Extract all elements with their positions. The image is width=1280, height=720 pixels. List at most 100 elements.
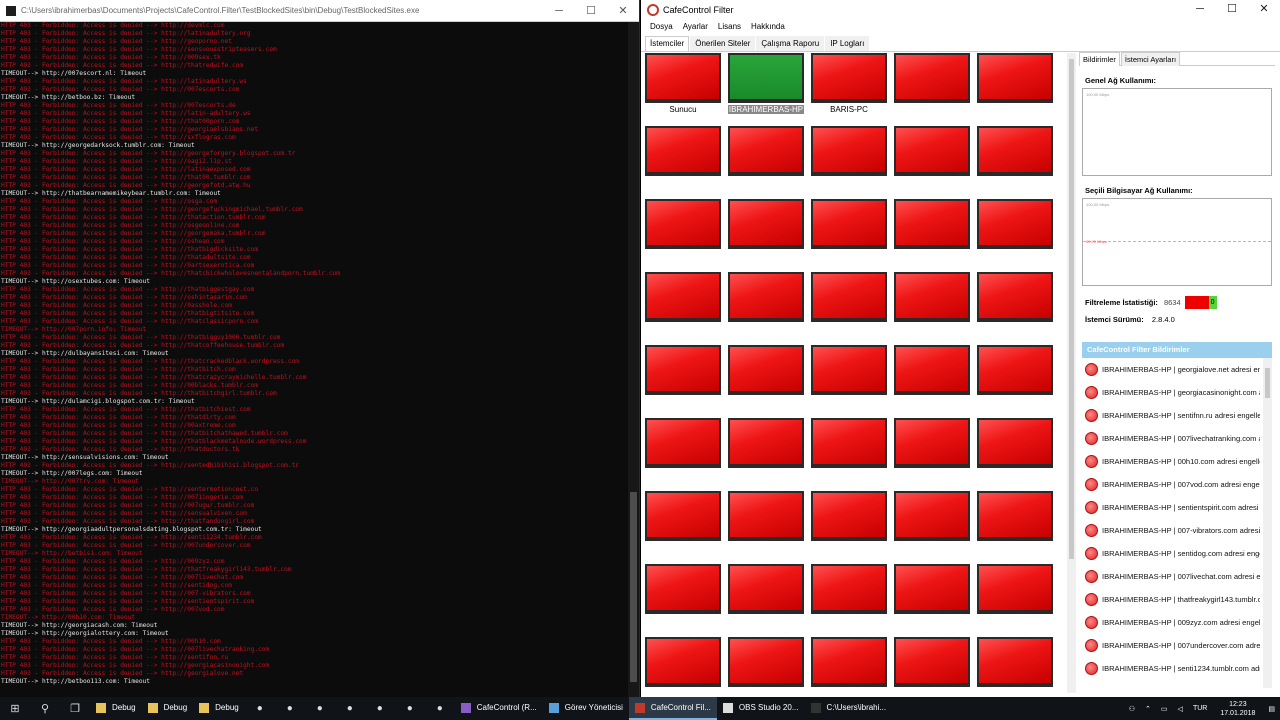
console-window[interactable]: C:\Users\ibrahimerbas\Documents\Projects…	[0, 0, 640, 697]
notification-center-icon[interactable]: ▤	[1268, 705, 1275, 713]
client-computer[interactable]	[811, 345, 887, 409]
client-computer[interactable]	[977, 418, 1053, 482]
menu-hakkinda[interactable]: Hakkında	[746, 20, 790, 34]
client-computer[interactable]: IBRAHIMERBAS-HP	[728, 53, 804, 117]
client-computer[interactable]	[728, 418, 804, 482]
task-view-icon[interactable]: ❐	[60, 697, 90, 720]
client-computer[interactable]	[811, 418, 887, 482]
chevron-up-icon[interactable]: ⌃	[1145, 705, 1151, 713]
network-icon[interactable]: ▭	[1161, 705, 1168, 713]
client-computer[interactable]	[728, 199, 804, 263]
notification-item[interactable]: IBRAHIMERBAS-HP | 009zyz.com adresi enge…	[1082, 611, 1260, 634]
console-title-bar[interactable]: C:\Users\ibrahimerbas\Documents\Projects…	[0, 0, 639, 22]
client-computer[interactable]	[977, 345, 1053, 409]
client-computer[interactable]	[728, 564, 804, 628]
scroll-thumb[interactable]	[630, 492, 637, 682]
notification-item[interactable]: IBRAHIMERBAS-HP | thatfreakygirl143.tumb…	[1082, 588, 1260, 611]
client-grid-scrollbar[interactable]	[1067, 53, 1076, 693]
client-computer[interactable]	[645, 345, 721, 409]
client-computer[interactable]	[811, 272, 887, 336]
client-computer[interactable]	[894, 564, 970, 628]
taskbar-item[interactable]: CafeControl Fil...	[628, 697, 717, 720]
taskbar-item[interactable]: Görev Yöneticisi	[543, 697, 629, 720]
client-computer[interactable]	[977, 126, 1053, 190]
close-button[interactable]: ✕	[607, 0, 639, 22]
client-computer[interactable]	[728, 491, 804, 555]
tab-istemciler[interactable]: İstemciler	[645, 36, 690, 51]
clock[interactable]: 12:23 17.01.2018	[1220, 700, 1255, 718]
tab-istemci-ayarlari[interactable]: İstemci Ayarları	[1120, 52, 1181, 66]
taskbar-item[interactable]: Debug	[90, 697, 142, 720]
client-computer[interactable]	[811, 491, 887, 555]
notification-item[interactable]: IBRAHIMERBAS-HP | sentifnn.ru adresi eng…	[1082, 404, 1260, 427]
client-computer[interactable]	[894, 199, 970, 263]
client-computer[interactable]	[728, 126, 804, 190]
client-computer[interactable]	[728, 345, 804, 409]
mail-icon[interactable]: ●	[395, 697, 425, 720]
client-computer[interactable]: BARIS-PC	[811, 53, 887, 117]
notification-item[interactable]: IBRAHIMERBAS-HP | 007vod.com adresi enge…	[1082, 473, 1260, 496]
close-button[interactable]: ✕	[1248, 0, 1280, 21]
client-computer[interactable]	[645, 564, 721, 628]
maximize-button[interactable]: ☐	[1216, 0, 1248, 21]
client-computer[interactable]	[645, 491, 721, 555]
tab-onerilen-siteler[interactable]: Önerilen Siteler	[690, 36, 756, 51]
client-computer[interactable]	[645, 199, 721, 263]
tab-calisma-raporu[interactable]: Çalışma Raporu	[756, 36, 825, 51]
people-icon[interactable]: ⚇	[1129, 705, 1135, 713]
app-title-bar[interactable]: CafeControl Filter ─ ☐ ✕	[641, 0, 1280, 20]
client-computer[interactable]	[977, 637, 1053, 693]
client-computer[interactable]	[811, 199, 887, 263]
client-computer[interactable]	[894, 345, 970, 409]
store-icon[interactable]: ●	[335, 697, 365, 720]
tools-icon[interactable]: ●	[425, 697, 455, 720]
maximize-button[interactable]: ☐	[575, 0, 607, 22]
client-computer[interactable]	[977, 199, 1053, 263]
menu-lisans[interactable]: Lisans	[713, 20, 746, 34]
edge-icon[interactable]: ●	[245, 697, 275, 720]
taskbar-item[interactable]: Debug	[193, 697, 245, 720]
client-computer[interactable]	[645, 126, 721, 190]
console-scrollbar[interactable]	[628, 22, 639, 697]
client-computer[interactable]	[977, 491, 1053, 555]
client-computer[interactable]	[728, 272, 804, 336]
client-computer[interactable]	[977, 564, 1053, 628]
taskbar-item[interactable]: Debug	[142, 697, 194, 720]
taskbar-item[interactable]: C:\Users\ibrahi...	[805, 697, 893, 720]
menu-dosya[interactable]: Dosya	[645, 20, 678, 34]
client-computer[interactable]	[811, 637, 887, 693]
client-computer[interactable]	[894, 637, 970, 693]
client-computer[interactable]	[811, 564, 887, 628]
client-computer[interactable]	[894, 272, 970, 336]
notifications-scrollbar[interactable]	[1263, 358, 1272, 688]
notification-item[interactable]: IBRAHIMERBAS-HP | 00h10.com adresi engel…	[1082, 450, 1260, 473]
taskbar-item[interactable]: CafeControl (R...	[455, 697, 543, 720]
notification-item[interactable]: IBRAHIMERBAS-HP | 007livechatranking.com…	[1082, 427, 1260, 450]
language-indicator[interactable]: TUR	[1193, 705, 1207, 712]
notification-item[interactable]: IBRAHIMERBAS-HP | georgialove.net adresi…	[1082, 358, 1260, 381]
windows-start-icon[interactable]: ⊞	[0, 697, 30, 720]
notification-item[interactable]: IBRAHIMERBAS-HP | georgiacasinonight.com…	[1082, 381, 1260, 404]
client-computer[interactable]	[894, 53, 970, 117]
client-computer[interactable]: Sunucu	[645, 53, 721, 117]
client-computer[interactable]	[811, 126, 887, 190]
menu-ayarlar[interactable]: Ayarlar	[678, 20, 713, 34]
notification-item[interactable]: IBRAHIMERBAS-HP | 007undercover.com adre…	[1082, 634, 1260, 657]
notification-item[interactable]: IBRAHIMERBAS-HP | senti1234.tumblr.com a…	[1082, 657, 1260, 680]
client-computer[interactable]	[728, 637, 804, 693]
scroll-thumb[interactable]	[1265, 368, 1270, 398]
volume-icon[interactable]: ◁	[1178, 705, 1183, 713]
cafecontrol-window[interactable]: CafeControl Filter ─ ☐ ✕ Dosya Ayarlar L…	[641, 0, 1280, 697]
client-computer[interactable]	[894, 418, 970, 482]
chrome-icon[interactable]: ●	[305, 697, 335, 720]
minimize-button[interactable]: ─	[543, 0, 575, 22]
explorer-icon[interactable]: ●	[365, 697, 395, 720]
firefox-icon[interactable]: ●	[275, 697, 305, 720]
tab-ip-loglari[interactable]: IP Logları	[825, 36, 870, 51]
notification-item[interactable]: IBRAHIMERBAS-HP | 007livechat.com adresi…	[1082, 565, 1260, 588]
client-computer[interactable]	[894, 491, 970, 555]
notification-item[interactable]: IBRAHIMERBAS-HP | sentidog.com adresi en…	[1082, 542, 1260, 565]
notification-item[interactable]: IBRAHIMERBAS-HP | sentientspirit.com adr…	[1082, 496, 1260, 519]
client-computer[interactable]	[645, 418, 721, 482]
minimize-button[interactable]: ─	[1184, 0, 1216, 21]
